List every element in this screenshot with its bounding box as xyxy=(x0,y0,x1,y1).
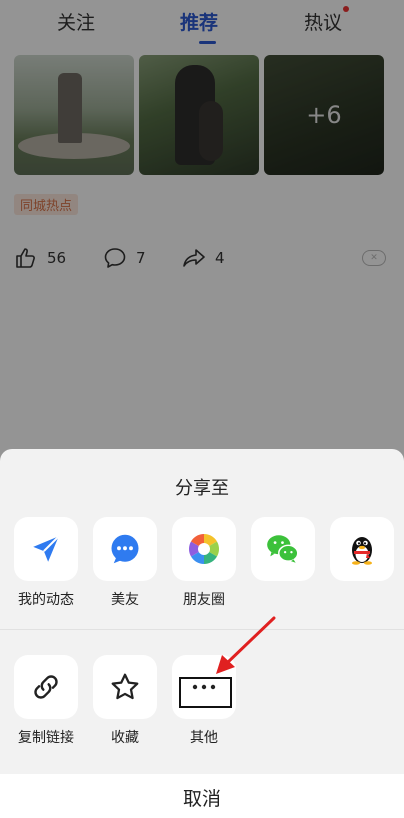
send-icon xyxy=(33,535,60,562)
section-divider xyxy=(0,629,404,630)
moments-icon xyxy=(189,534,219,564)
star-icon xyxy=(111,673,139,700)
share-to-meiyou[interactable]: 美友 xyxy=(85,517,165,609)
watermark: Baidu经验 xyxy=(275,779,380,803)
watermark-url: jingyan.baidu.com xyxy=(283,805,376,816)
annotation-highlight-box xyxy=(179,677,232,708)
favorite-button[interactable]: 收藏 xyxy=(85,655,165,747)
link-icon xyxy=(34,675,58,699)
wechat-icon xyxy=(267,535,299,563)
chat-bubble-icon xyxy=(111,534,139,564)
copy-link-button[interactable]: 复制链接 xyxy=(6,655,86,747)
share-to-qq[interactable] xyxy=(322,517,402,589)
qq-icon xyxy=(352,537,372,565)
share-to-wechat[interactable] xyxy=(243,517,323,589)
share-sheet-title: 分享至 xyxy=(175,478,229,499)
share-to-my-feed[interactable]: 我的动态 xyxy=(6,517,86,609)
share-to-moments[interactable]: 朋友圈 xyxy=(164,517,244,609)
share-sheet: 分享至 我的动态 美友 朋友圈 复制链接 收藏 其他 取消 xyxy=(0,449,404,818)
